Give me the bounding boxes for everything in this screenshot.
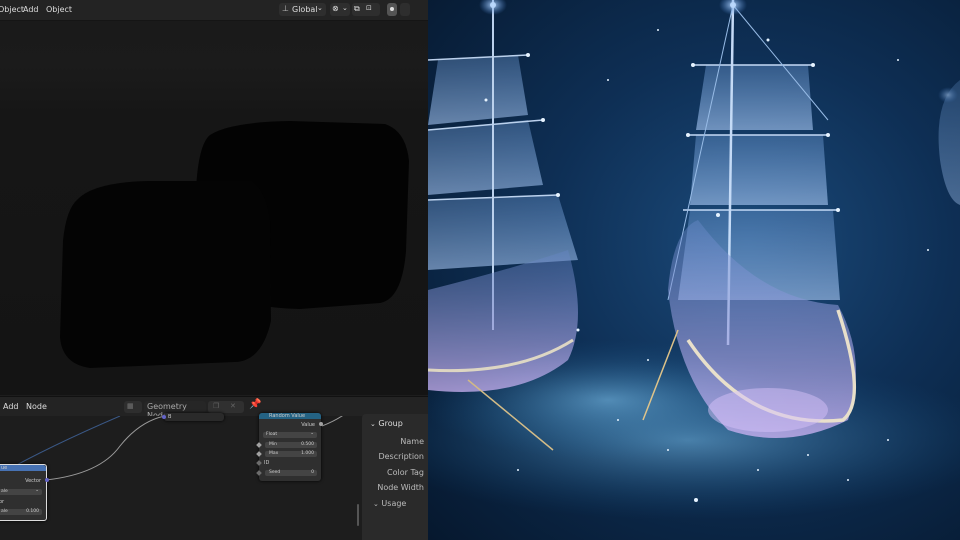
vector-output-socket[interactable]: [45, 478, 49, 482]
node-tree-icon: ▦: [127, 402, 134, 410]
min-field[interactable]: Min 0.500: [265, 442, 317, 448]
vector-output-label: Vector: [25, 478, 41, 484]
scale-value: 0.100: [26, 509, 39, 514]
orientation-icon: ⊥: [282, 4, 289, 13]
snap-target-icon: ⊡: [366, 4, 372, 12]
blender-window: Object Add Object ⊥ Global ⌄ ⊗ ⌄ ⧉ ⊡ Add…: [0, 0, 428, 540]
seed-field[interactable]: Seed 0: [265, 470, 317, 476]
input-socket[interactable]: [162, 415, 166, 419]
random-value-node[interactable]: Random Value Value Float ⌄ Min 0.500 Max…: [256, 413, 323, 481]
menu-node[interactable]: Node: [26, 402, 47, 411]
node-link: [45, 416, 166, 481]
menu-object-2[interactable]: Object: [46, 5, 72, 14]
value-output-label: Value: [301, 422, 315, 428]
id-label: ID: [264, 460, 270, 466]
pin-icon[interactable]: 📌: [249, 399, 261, 410]
node-title: Random Value: [269, 413, 306, 419]
name-row-label: Name: [400, 437, 424, 446]
node-title: ue: [1, 465, 8, 471]
dot-icon: [390, 7, 394, 11]
chevron-down-icon: ⌄: [35, 488, 39, 493]
chevron-down-icon: ⌄: [373, 500, 379, 508]
link-icon: ⊗: [332, 4, 339, 13]
falloff-button[interactable]: [400, 3, 410, 16]
max-label: Max: [269, 451, 279, 456]
min-value: 0.500: [301, 442, 314, 447]
description-row-label: Description: [378, 452, 424, 461]
scrollbar[interactable]: [357, 504, 359, 526]
value-output-socket[interactable]: [319, 422, 323, 426]
mast-glow: [719, 0, 747, 15]
node-link: [321, 416, 343, 427]
usage-section-title: Usage: [381, 499, 407, 508]
mode-value: ale: [1, 489, 8, 494]
snapping-dropdown[interactable]: ⧉ ⊡: [352, 3, 380, 16]
menu-add[interactable]: Add: [3, 402, 19, 411]
scale-field[interactable]: ale 0.100: [0, 509, 42, 515]
render-preview: [428, 0, 960, 540]
distant-ship: [938, 80, 960, 205]
scale-label: ale: [1, 509, 8, 514]
vector-node[interactable]: ue Vector ale ⌄ or ale 0.100: [0, 464, 49, 521]
max-value: 1.000: [301, 451, 314, 456]
color-tag-row-label: Color Tag: [387, 468, 424, 477]
input-socket-label: B: [168, 414, 172, 420]
data-type-value: Float: [266, 432, 278, 437]
orientation-label: Global: [292, 5, 318, 14]
mast-glow: [479, 0, 507, 15]
menu-add[interactable]: Add: [23, 5, 39, 14]
group-section-header[interactable]: ⌄ Group: [370, 419, 403, 428]
chevron-down-icon: ⌄: [370, 420, 376, 428]
mode-dropdown[interactable]: ale ⌄: [0, 488, 42, 495]
ghost-ships-image: [428, 0, 960, 520]
seed-label: Seed: [269, 470, 281, 475]
node-header[interactable]: Random Value: [259, 413, 321, 419]
node-width-row-label: Node Width: [377, 483, 424, 492]
chevron-down-icon: ⌄: [342, 4, 348, 12]
row-label: or: [0, 499, 5, 505]
chevron-down-icon: ⌄: [310, 431, 314, 436]
transform-orientation-dropdown[interactable]: ⊥ Global ⌄: [279, 3, 326, 16]
usage-section-header[interactable]: ⌄ Usage: [373, 499, 406, 508]
group-panel: ⌄ Group Name Description Color Tag Node …: [362, 414, 428, 540]
close-icon: ✕: [230, 402, 236, 410]
3d-viewport[interactable]: [0, 21, 428, 395]
tree-actions-button[interactable]: ❐ ✕: [208, 401, 244, 413]
proportional-edit-button[interactable]: [387, 3, 397, 16]
chevron-down-icon: ⌄: [317, 4, 323, 12]
seed-value: 0: [311, 470, 314, 475]
max-field[interactable]: Max 1.000: [265, 451, 317, 457]
snap-icon: ⧉: [354, 4, 360, 13]
pivot-dropdown[interactable]: ⊗ ⌄: [330, 3, 350, 16]
group-section-title: Group: [378, 419, 403, 428]
data-type-dropdown[interactable]: Float ⌄: [263, 431, 317, 438]
menu-object[interactable]: Object: [0, 5, 24, 14]
node-stub[interactable]: B: [162, 413, 224, 421]
dark-cube-front: [60, 181, 271, 368]
min-label: Min: [269, 442, 277, 447]
viewport-header: Object Add Object ⊥ Global ⌄ ⊗ ⌄ ⧉ ⊡: [0, 0, 428, 21]
viewport-objects: [60, 121, 409, 368]
node-header[interactable]: ue: [0, 465, 46, 471]
copy-icon: ❐: [213, 402, 220, 410]
node-tree-type-button[interactable]: ▦: [124, 401, 142, 413]
node-tree-name-field[interactable]: Geometry Nodes: [144, 401, 206, 420]
